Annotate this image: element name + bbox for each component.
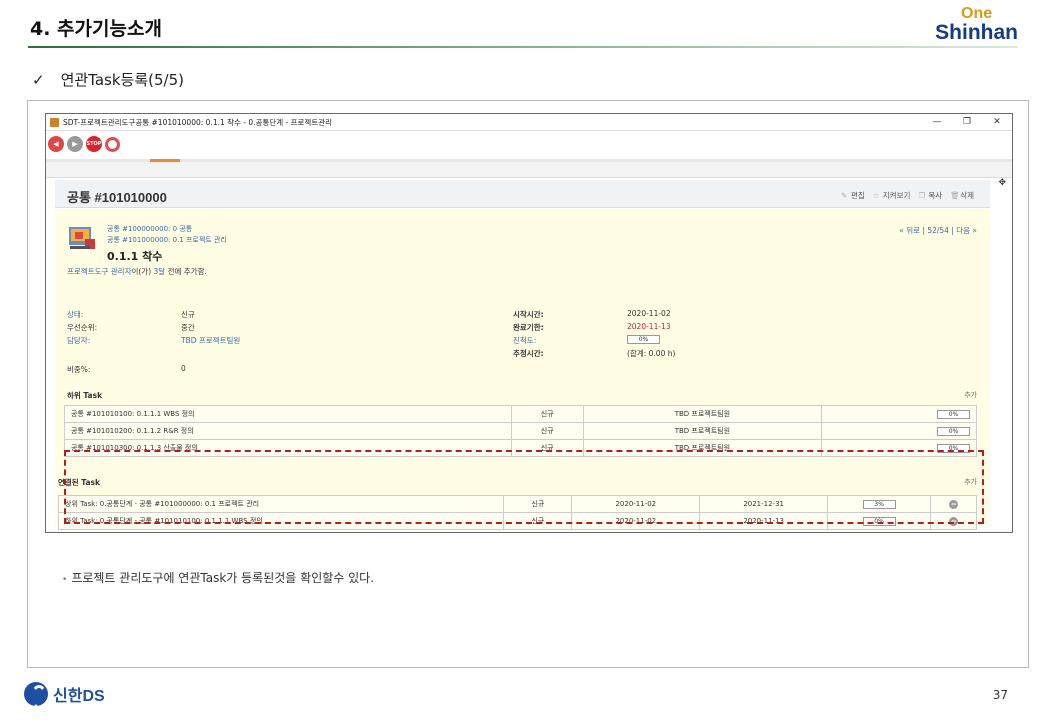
copy-icon: ❐ (918, 191, 926, 200)
author-link[interactable]: 프로젝트도구 관리자 (67, 267, 131, 276)
subtasks-add-link[interactable]: 추가 (964, 390, 977, 400)
subtask-status: 신규 (510, 405, 584, 423)
highlight-related-tasks (64, 450, 984, 524)
footer-brand: 신한DS (53, 688, 105, 705)
shinhan-emblem-icon (24, 682, 48, 709)
avatar (69, 227, 95, 249)
minimize-icon[interactable]: — (922, 117, 952, 127)
slide-header: 4. 추가기능소개 One Shinhan (0, 0, 1040, 50)
subtitle-text: 연관Task등록(5/5) (60, 71, 184, 89)
table-row: 공통 #101010100: 0.1.1.1 WBS 정의 신규 TBD 프로젝트팀… (64, 405, 978, 423)
subtask-progress-cell: 0% (820, 405, 978, 423)
slide-title: 4. 추가기능소개 (30, 18, 162, 40)
due-value: 2020-11-13 (627, 322, 671, 331)
close-icon[interactable]: ✕ (982, 117, 1012, 127)
star-icon: ☆ (872, 191, 880, 200)
subtask-status: 신규 (510, 422, 584, 440)
copy-label: 복사 (928, 191, 943, 200)
subtasks-label: 하위 Task (67, 391, 103, 400)
estimate-label: 추정시간: (513, 349, 544, 358)
copy-button[interactable]: ❐ 복사 (918, 190, 942, 201)
progress-bar: 0% (627, 335, 660, 344)
pencil-icon: ✎ (840, 191, 848, 200)
bullet-icon: • (62, 575, 68, 585)
trash-icon: 🗑 (950, 191, 960, 200)
subtask-progress-cell: 0% (820, 422, 978, 440)
window-titlebar: SDT-프로젝트관리도구공통 #101010000: 0.1.1 착수 - 0.… (46, 114, 1012, 131)
subtask-assignee[interactable]: TBD 프로젝트팀원 (582, 422, 822, 440)
subtask-progress: 0% (936, 426, 970, 436)
subtask-title[interactable]: 공통 #101010100: 0.1.1.1 WBS 정의 (64, 405, 512, 423)
estimate-value: (합계: 0.00 h) (627, 349, 676, 358)
progress-label: 진척도: (513, 336, 537, 345)
note-text: 프로젝트 관리도구에 연관Task가 등록된것을 확인할수 있다. (71, 571, 375, 585)
watch-label: 지켜보기 (882, 191, 911, 200)
edit-button[interactable]: ✎ 편집 (841, 190, 865, 201)
issue-navigation[interactable]: « 뒤로 | 52/54 | 다음 » (899, 225, 977, 236)
check-icon: ✓ (32, 71, 45, 89)
author-tail: 전에 추가함. (165, 267, 207, 276)
subtask-title[interactable]: 공통 #101010200: 0.1.1.2 R&R 정의 (64, 422, 512, 440)
slide-subtitle: ✓ 연관Task등록(5/5) (32, 69, 184, 90)
issue-header: 공통 #101010000 ✎ 편집 ☆ 지켜보기 ❐ 복사 🗑삭제 (55, 180, 990, 208)
brand-shinhan: Shinhan (935, 21, 1018, 44)
author-mid: 이(가) (131, 267, 154, 276)
subtask-name: 0.1.1.1 WBS 정의 (136, 410, 195, 418)
parent-task-2[interactable]: 공통 #101000000: 0.1 프로젝트 관리 (107, 235, 227, 246)
parent-tasks: 공통 #100000000: 0 공통 공통 #101000000: 0.1 프… (107, 224, 227, 246)
issue-author: 프로젝트도구 관리자이(가) 3달 전에 추가함. (67, 266, 207, 277)
assignee-value[interactable]: TBD 프로젝트팀원 (181, 335, 240, 346)
issue-actions: ✎ 편집 ☆ 지켜보기 ❐ 복사 🗑삭제 (841, 190, 974, 201)
table-row: 공통 #101010200: 0.1.1.2 R&R 정의 신규 TBD 프로젝트팀… (64, 422, 978, 440)
parent-task-1[interactable]: 공통 #100000000: 0 공통 (107, 224, 227, 235)
move-handle-icon[interactable]: ✥ (998, 178, 1006, 188)
start-value: 2020-11-02 (627, 309, 671, 318)
page-number: 37 (992, 688, 1008, 702)
delete-button[interactable]: 🗑삭제 (950, 190, 974, 201)
brand-one: One (961, 5, 993, 22)
status-label: 상태: (67, 310, 84, 319)
due-label: 완료기한: (513, 323, 544, 332)
stop-button[interactable]: STOP (86, 136, 102, 152)
issue-title: 공통 #101010000 (67, 190, 167, 205)
slide-note: • 프로젝트 관리도구에 연관Task가 등록된것을 확인할수 있다. (62, 569, 374, 586)
window-title: SDT-프로젝트관리도구공통 #101010000: 0.1.1 착수 - 0.… (63, 117, 333, 127)
weight-value: 0 (181, 364, 186, 373)
start-label: 시작시간: (513, 310, 544, 319)
weight-label: 비중%: (67, 365, 91, 374)
subtask-assignee[interactable]: TBD 프로젝트팀원 (582, 405, 822, 423)
edit-label: 편집 (850, 191, 865, 200)
status-value: 신규 (181, 310, 195, 319)
shinhan-logo: One Shinhan (935, 5, 1018, 44)
subtask-name: 0.1.1.2 R&R 정의 (136, 427, 194, 435)
subtask-id: 공통 #101010200: (71, 427, 135, 435)
back-button[interactable]: ◀ (48, 136, 64, 152)
header-divider (28, 46, 1018, 48)
maximize-icon[interactable]: ❐ (952, 117, 982, 127)
page-top-strip (46, 162, 1012, 178)
subtask-id: 공통 #101010100: (71, 410, 135, 418)
priority-label: 우선순위: (67, 323, 98, 332)
priority-value: 중간 (181, 323, 195, 332)
created-time-link[interactable]: 3달 (154, 267, 166, 276)
browser-toolbar: ◀ ▶ STOP (46, 131, 1012, 157)
assignee-label: 담당자: (67, 336, 91, 345)
issue-subject: 0.1.1 착수 (107, 250, 163, 263)
subtask-progress: 0% (936, 409, 970, 419)
app-icon (50, 117, 59, 127)
delete-label: 삭제 (960, 191, 974, 200)
forward-button[interactable]: ▶ (67, 136, 83, 152)
footer-logo: 신한DS (24, 682, 105, 709)
refresh-button[interactable] (105, 136, 120, 152)
watch-button[interactable]: ☆ 지켜보기 (873, 190, 911, 201)
